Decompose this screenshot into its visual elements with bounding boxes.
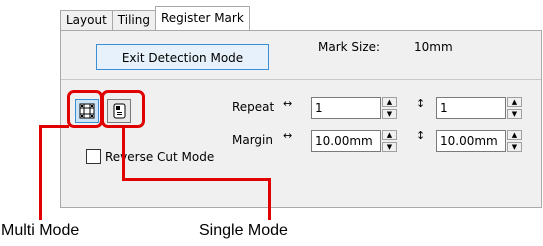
reverse-cut-mode-row[interactable]: Reverse Cut Mode [86,149,214,164]
margin-vertical-spinner[interactable]: ▲ ▼ [507,130,522,152]
margin-horizontal-spinner[interactable]: ▲ ▼ [382,130,397,152]
margin-vertical-stepper[interactable]: 10.00mm ▲ ▼ [436,130,524,152]
multi-callout-line-h [39,125,69,128]
repeat-horizontal-spinner[interactable]: ▲ ▼ [382,97,397,119]
single-callout-line-h [122,178,271,181]
repeat-horizontal-stepper[interactable]: 1 ▲ ▼ [311,97,399,119]
spin-up-icon[interactable]: ▲ [507,97,522,107]
margin-horizontal-icon: ↔ [283,129,293,142]
margin-horizontal-stepper[interactable]: 10.00mm ▲ ▼ [311,130,399,152]
repeat-vertical-icon: ↕ [416,97,426,110]
multi-callout-line-v [39,125,42,220]
margin-horizontal-input[interactable]: 10.00mm [311,130,381,152]
repeat-horizontal-icon: ↔ [283,97,293,110]
multi-mode-caption: Multi Mode [1,222,80,239]
repeat-vertical-spinner[interactable]: ▲ ▼ [507,97,522,119]
detection-section: Exit Detection Mode Mark Size: 10mm [61,31,541,80]
spin-up-icon[interactable]: ▲ [382,97,397,107]
mark-size-value: 10mm [414,40,453,54]
spin-down-icon[interactable]: ▼ [382,109,397,119]
single-callout-line-v1 [122,127,125,181]
reverse-cut-mode-checkbox[interactable] [86,149,101,164]
repeat-horizontal-input[interactable]: 1 [311,97,381,119]
single-mode-caption: Single Mode [199,222,288,239]
tab-register-mark[interactable]: Register Mark [154,6,250,30]
tab-layout[interactable]: Layout [60,10,113,30]
mark-size-label: Mark Size: [318,40,381,54]
multi-mode-callout [67,90,103,128]
tab-bar: Layout Tiling Register Mark [60,6,250,30]
spin-up-icon[interactable]: ▲ [507,130,522,140]
repeat-vertical-input[interactable]: 1 [436,97,506,119]
repeat-vertical-stepper[interactable]: 1 ▲ ▼ [436,97,524,119]
margin-vertical-icon: ↕ [416,129,426,142]
spin-down-icon[interactable]: ▼ [507,142,522,152]
repeat-label: Repeat [232,100,275,114]
spin-up-icon[interactable]: ▲ [382,130,397,140]
tab-tiling[interactable]: Tiling [111,10,156,30]
margin-vertical-input[interactable]: 10.00mm [436,130,506,152]
spin-down-icon[interactable]: ▼ [507,109,522,119]
single-callout-line-v2 [268,178,271,220]
single-mode-callout [101,90,145,128]
exit-detection-mode-button[interactable]: Exit Detection Mode [96,44,269,70]
spin-down-icon[interactable]: ▼ [382,142,397,152]
margin-label: Margin [232,133,273,147]
